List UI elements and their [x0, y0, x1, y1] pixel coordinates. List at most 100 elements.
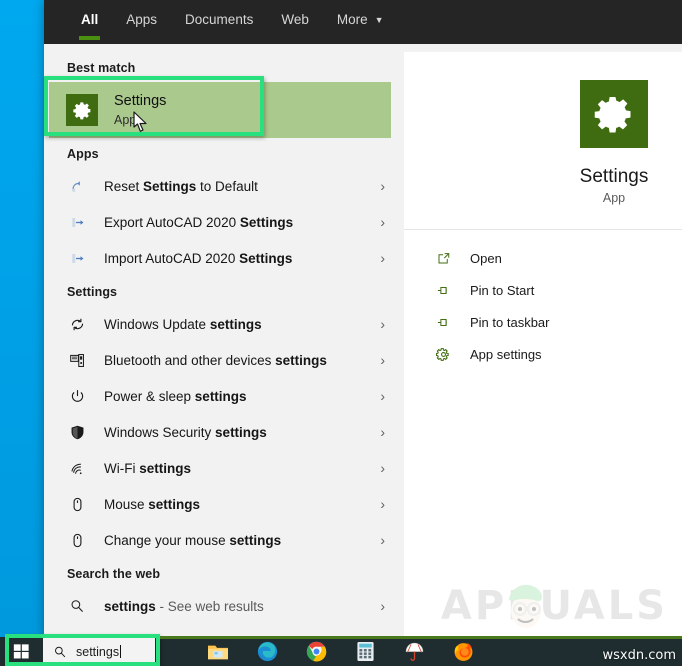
search-results-body: Best match Settings App Apps Reset Setti… [44, 44, 682, 637]
result-mouse-settings[interactable]: Mouse settings › [44, 486, 403, 522]
result-windows-update-settings[interactable]: Windows Update settings › [44, 306, 403, 342]
search-filter-header: All Apps Documents Web More ▼ [44, 0, 682, 44]
mozilla-firefox-icon[interactable] [452, 641, 474, 663]
tab-all-label: All [81, 11, 99, 27]
chevron-right-icon[interactable]: › [380, 316, 389, 332]
result-label: Change your mouse settings [104, 532, 282, 548]
search-results-column: Best match Settings App Apps Reset Setti… [44, 44, 403, 637]
mouse-icon [67, 494, 87, 514]
action-label: App settings [470, 346, 542, 362]
result-bluetooth-settings[interactable]: Bluetooth and other devices settings › [44, 342, 403, 378]
result-label: settings - See web results [104, 598, 264, 614]
action-label: Open [470, 250, 502, 266]
best-match-heading: Best match [67, 61, 136, 75]
tab-web[interactable]: Web [267, 0, 323, 38]
search-filter-tabs: All Apps Documents Web More ▼ [44, 0, 398, 40]
tab-all[interactable]: All [67, 0, 112, 40]
watermark-mascot-icon [508, 584, 542, 628]
chevron-right-icon[interactable]: › [380, 532, 389, 548]
autocad-export-icon [67, 212, 87, 232]
file-explorer-icon[interactable] [207, 641, 229, 663]
tab-more[interactable]: More ▼ [323, 0, 398, 38]
mouse-icon [67, 530, 87, 550]
taskbar-pinned-apps [207, 641, 474, 663]
gear-icon [580, 80, 648, 148]
taskbar-search-box[interactable]: settings [43, 637, 155, 666]
microsoft-edge-icon[interactable] [256, 641, 278, 663]
result-export-autocad-settings[interactable]: Export AutoCAD 2020 Settings › [44, 204, 403, 240]
google-chrome-icon[interactable] [305, 641, 327, 663]
open-external-icon [433, 248, 453, 268]
watermark-text: APPUALS [440, 583, 668, 629]
search-icon [55, 646, 66, 657]
gear-icon [66, 94, 98, 126]
chevron-right-icon[interactable]: › [380, 388, 389, 404]
weather-umbrella-icon[interactable] [403, 641, 425, 663]
result-label: Mouse settings [104, 496, 201, 512]
result-label: Wi-Fi settings [104, 460, 191, 476]
windows-logo-icon [13, 644, 29, 659]
chevron-right-icon[interactable]: › [380, 250, 389, 266]
result-change-your-mouse-settings[interactable]: Change your mouse settings › [44, 522, 403, 558]
result-label: Power & sleep settings [104, 388, 247, 404]
preview-app-name: Settings [579, 166, 649, 187]
chevron-right-icon[interactable]: › [380, 214, 389, 230]
tab-documents[interactable]: Documents [171, 0, 267, 38]
gear-outline-icon [433, 344, 453, 364]
tab-more-label: More [336, 11, 368, 27]
best-match-result-settings[interactable]: Settings App [49, 82, 391, 138]
chevron-right-icon[interactable]: › [380, 496, 389, 512]
pin-icon [433, 280, 453, 300]
bluetooth-device-icon [67, 350, 87, 370]
preview-hero: Settings App [404, 52, 682, 225]
result-wifi-settings[interactable]: Wi-Fi settings › [44, 450, 403, 486]
action-open[interactable]: Open [404, 242, 682, 274]
taskbar-search-input[interactable]: settings [76, 644, 122, 659]
text-cursor [120, 644, 122, 658]
power-icon [67, 386, 87, 406]
action-pin-to-start[interactable]: Pin to Start [404, 274, 682, 306]
search-value: settings [76, 644, 120, 659]
result-windows-security-settings[interactable]: Windows Security settings › [44, 414, 403, 450]
result-label: Import AutoCAD 2020 Settings [104, 250, 293, 266]
chevron-right-icon[interactable]: › [380, 424, 389, 440]
chevron-right-icon[interactable]: › [380, 352, 389, 368]
action-app-settings[interactable]: App settings [404, 338, 682, 370]
search-icon [67, 596, 87, 616]
best-match-texts: Settings App [114, 92, 166, 129]
result-label: Windows Security settings [104, 424, 267, 440]
preview-actions: Open Pin to Start Pin to taskbar App set… [404, 230, 682, 370]
result-web-search-settings[interactable]: settings - See web results › [44, 588, 403, 624]
app-preview-panel: Settings App Open Pin to Start Pin to ta… [403, 52, 682, 637]
action-label: Pin to Start [470, 282, 535, 298]
chevron-down-icon: ▼ [374, 15, 384, 25]
chevron-right-icon[interactable]: › [380, 178, 389, 194]
screen: All Apps Documents Web More ▼ Best match… [0, 0, 682, 666]
result-label: Bluetooth and other devices settings [104, 352, 327, 368]
tab-web-label: Web [281, 11, 309, 27]
result-label: Windows Update settings [104, 316, 262, 332]
preview-app-type: App [602, 191, 626, 205]
tab-apps[interactable]: Apps [112, 0, 171, 38]
result-import-autocad-settings[interactable]: Import AutoCAD 2020 Settings › [44, 240, 403, 276]
result-power-sleep-settings[interactable]: Power & sleep settings › [44, 378, 403, 414]
chevron-right-icon[interactable]: › [380, 460, 389, 476]
autocad-import-icon [67, 248, 87, 268]
apps-heading: Apps [67, 147, 99, 161]
tab-apps-label: Apps [126, 11, 158, 27]
shield-icon [67, 422, 87, 442]
wifi-icon [67, 458, 87, 478]
calculator-icon[interactable] [354, 641, 376, 663]
action-pin-to-taskbar[interactable]: Pin to taskbar [404, 306, 682, 338]
result-label: Export AutoCAD 2020 Settings [104, 214, 294, 230]
start-button[interactable] [0, 637, 43, 666]
search-web-heading: Search the web [67, 567, 161, 581]
result-reset-settings-to-default[interactable]: Reset Settings to Default › [44, 168, 403, 204]
best-match-subtitle: App [114, 112, 137, 127]
appuals-watermark: APPUALS [441, 583, 668, 629]
chevron-right-icon[interactable]: › [380, 598, 389, 614]
action-label: Pin to taskbar [470, 314, 550, 330]
pin-icon [433, 312, 453, 332]
settings-heading: Settings [67, 285, 118, 299]
taskbar: settings wsxdn.com [0, 637, 682, 666]
